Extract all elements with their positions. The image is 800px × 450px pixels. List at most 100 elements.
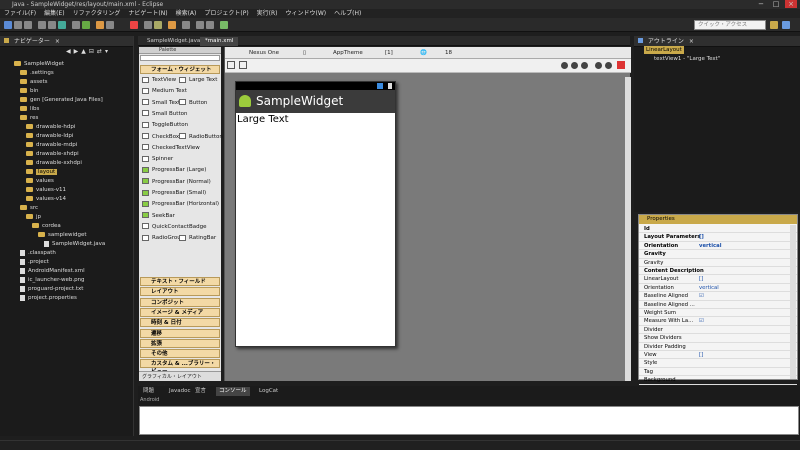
- property-row[interactable]: LinearLayout []: [639, 275, 797, 284]
- toolbar-button-icon[interactable]: [130, 21, 138, 29]
- palette-group[interactable]: コンポジット: [140, 297, 220, 307]
- property-value[interactable]: []: [699, 275, 703, 283]
- tree-item[interactable]: .project: [20, 258, 49, 267]
- api-level-selector[interactable]: 18: [445, 47, 452, 59]
- toolbar-button-icon[interactable]: [168, 21, 176, 29]
- menu-item[interactable]: 検索(A): [176, 9, 197, 18]
- property-row[interactable]: Layout Parameters[]: [639, 233, 797, 242]
- bottom-tab[interactable]: 宣言: [192, 387, 209, 396]
- editor-tab[interactable]: *main.xml: [200, 37, 239, 46]
- orientation-icon[interactable]: ▯: [303, 47, 306, 59]
- bottom-tab[interactable]: 問題: [140, 387, 157, 396]
- outline-child-node[interactable]: textView1 - "Large Text": [654, 55, 720, 63]
- perspective-java-icon[interactable]: [770, 21, 778, 29]
- property-row[interactable]: Content Description: [639, 267, 797, 276]
- palette-item[interactable]: ProgressBar (Normal): [142, 177, 211, 187]
- property-row[interactable]: Gravity: [639, 250, 797, 259]
- toolbar-button-icon[interactable]: [38, 21, 46, 29]
- tree-item[interactable]: drawable-mdpi: [26, 141, 77, 150]
- palette-item[interactable]: Small Button: [142, 109, 187, 119]
- layout-vertical-icon[interactable]: [239, 61, 247, 69]
- property-row[interactable]: Baseline Aligned ☑: [639, 292, 797, 301]
- property-row[interactable]: Gravity: [639, 259, 797, 267]
- menu-item[interactable]: リファクタリング: [73, 9, 121, 18]
- tree-item[interactable]: samplewidget: [38, 231, 87, 240]
- property-row[interactable]: Measure With La... ☑: [639, 317, 797, 326]
- up-icon[interactable]: ▲: [81, 48, 86, 56]
- device-preview[interactable]: SampleWidget Large Text: [235, 81, 396, 347]
- toolbar-button-icon[interactable]: [48, 21, 56, 29]
- toolbar-button-icon[interactable]: [4, 21, 12, 29]
- tree-item[interactable]: ic_launcher-web.png: [20, 276, 85, 285]
- collapse-all-icon[interactable]: ⊟: [89, 48, 94, 56]
- tree-item[interactable]: drawable-ldpi: [26, 132, 73, 141]
- property-row[interactable]: View []: [639, 351, 797, 360]
- minimize-icon[interactable]: −: [755, 0, 767, 8]
- outline-root-node[interactable]: LinearLayout: [644, 46, 684, 54]
- tree-item[interactable]: .classpath: [20, 249, 56, 258]
- palette-item[interactable]: TextView: [142, 75, 176, 85]
- menu-item[interactable]: 実行(R): [257, 9, 278, 18]
- palette-group[interactable]: その他: [140, 349, 220, 359]
- tree-item[interactable]: values-v11: [26, 186, 66, 195]
- tree-item[interactable]: AndroidManifest.xml: [20, 267, 85, 276]
- property-row[interactable]: Style: [639, 359, 797, 368]
- property-value[interactable]: vertical: [699, 284, 719, 292]
- tree-item[interactable]: assets: [20, 78, 48, 87]
- palette-group[interactable]: テキスト・フィールド: [140, 277, 220, 286]
- editor-tab[interactable]: SampleWidget.java: [142, 37, 205, 46]
- property-row[interactable]: Id: [639, 225, 797, 234]
- palette-group[interactable]: 遷移: [140, 328, 220, 338]
- outline-close-icon[interactable]: ×: [689, 38, 694, 45]
- property-row[interactable]: Orientation vertical: [639, 284, 797, 293]
- palette-item[interactable]: RatingBar: [179, 233, 216, 243]
- palette-item[interactable]: RadioGroup: [142, 233, 184, 243]
- tree-item[interactable]: drawable-hdpi: [26, 123, 75, 132]
- palette-group[interactable]: イメージ & メディア: [140, 307, 220, 317]
- tree-item[interactable]: res: [20, 114, 38, 123]
- toolbar-button-icon[interactable]: [182, 21, 190, 29]
- property-value[interactable]: []: [699, 351, 703, 359]
- tree-item[interactable]: cordea: [32, 222, 61, 231]
- property-value[interactable]: []: [699, 233, 704, 241]
- palette-item[interactable]: CheckBox: [142, 132, 179, 142]
- tree-item[interactable]: project.properties: [20, 294, 77, 303]
- editor-mode-tab[interactable]: グラフィカル・レイアウト: [142, 374, 202, 380]
- tree-item[interactable]: values-v14: [26, 195, 66, 204]
- palette-item[interactable]: QuickContactBadge: [142, 222, 206, 232]
- bottom-tab[interactable]: コンソール: [216, 387, 250, 396]
- tree-item[interactable]: drawable-xhdpi: [26, 150, 79, 159]
- property-row[interactable]: Tag: [639, 368, 797, 377]
- palette-item[interactable]: ToggleButton: [142, 120, 188, 130]
- palette-item[interactable]: RadioButton: [179, 132, 223, 142]
- tree-item[interactable]: gen [Generated Java Files]: [20, 96, 103, 105]
- palette-group[interactable]: カスタム & ...ブラリー・ビュー: [140, 359, 220, 375]
- menu-item[interactable]: ファイル(F): [4, 9, 36, 18]
- palette-group[interactable]: 拡張: [140, 338, 220, 348]
- property-row[interactable]: Divider Padding: [639, 343, 797, 351]
- text-view-large-text[interactable]: Large Text: [236, 113, 395, 127]
- toolbar-button-icon[interactable]: [196, 21, 204, 29]
- view-menu-icon[interactable]: ▾: [105, 48, 108, 56]
- zoom-out-icon[interactable]: [595, 62, 602, 69]
- palette-group[interactable]: 時刻 & 日付: [140, 318, 220, 328]
- toolbar-button-icon[interactable]: [106, 21, 114, 29]
- property-row[interactable]: Baseline Aligned ...: [639, 301, 797, 309]
- palette-item[interactable]: CheckedTextView: [142, 143, 200, 153]
- property-row[interactable]: Background: [639, 376, 797, 385]
- tree-item[interactable]: values: [26, 177, 54, 186]
- palette-group[interactable]: レイアウト: [140, 287, 220, 297]
- property-row[interactable]: Orientation vertical: [639, 242, 797, 251]
- property-row[interactable]: Divider: [639, 326, 797, 335]
- layout-canvas[interactable]: Nexus One ▯ AppTheme [1] 🌐 18 SampleWidg…: [224, 47, 631, 381]
- palette-item[interactable]: Button: [179, 98, 207, 108]
- error-icon[interactable]: [617, 61, 625, 69]
- close-icon[interactable]: ×: [785, 0, 797, 8]
- toolbar-button-icon[interactable]: [220, 21, 228, 29]
- toolbar-button-icon[interactable]: [58, 21, 66, 29]
- property-row[interactable]: Show Dividers: [639, 334, 797, 343]
- palette-item[interactable]: SeekBar: [142, 211, 175, 221]
- activity-selector[interactable]: [1]: [385, 47, 393, 59]
- menu-item[interactable]: 編集(E): [44, 9, 64, 18]
- back-icon[interactable]: ◀: [66, 48, 71, 56]
